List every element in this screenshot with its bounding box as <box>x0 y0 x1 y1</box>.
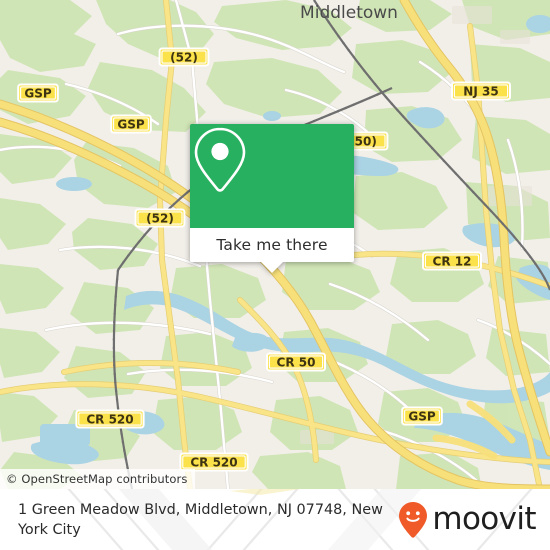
road-shield: GSP <box>17 83 59 103</box>
map-canvas[interactable]: .g{fill:#cfe5b4} .w{fill:#aad3e4} .mw{fi… <box>0 0 550 489</box>
footer-bar: 1 Green Meadow Blvd, Middletown, NJ 0774… <box>0 489 550 550</box>
road-shield-label: GSP <box>408 410 435 424</box>
road-shield: CR 520 <box>179 452 249 472</box>
road-shield-label: (52) <box>170 51 198 65</box>
road-shield: CR 12 <box>422 251 482 271</box>
map-city-label: Middletown <box>300 3 398 23</box>
road-shield-label: CR 520 <box>190 456 237 470</box>
moovit-wordmark: moovit <box>432 501 536 537</box>
popup-tail <box>261 262 283 273</box>
road-shield-label: (52) <box>146 212 174 226</box>
take-me-there-button[interactable]: Take me there <box>190 228 354 273</box>
road-shield: GSP <box>110 114 152 134</box>
road-shield-label: NJ 35 <box>463 85 498 99</box>
osm-attribution[interactable]: © OpenStreetMap contributors <box>0 469 196 489</box>
road-shield: (52) <box>134 208 186 228</box>
map-share-card: .g{fill:#cfe5b4} .w{fill:#aad3e4} .mw{fi… <box>0 0 550 550</box>
road-shield-label: CR 12 <box>433 255 472 269</box>
road-shield: CR 520 <box>75 409 145 429</box>
moovit-pin-smiley-icon <box>399 501 428 538</box>
take-me-there-label: Take me there <box>216 236 328 254</box>
address-text: 1 Green Meadow Blvd, Middletown, NJ 0774… <box>18 501 383 538</box>
location-popup[interactable]: Take me there <box>190 124 354 273</box>
map-pin-icon <box>194 127 246 192</box>
road-shield-label: GSP <box>117 118 144 132</box>
road-shield: CR 50 <box>266 352 326 372</box>
road-shield: (52) <box>158 47 210 67</box>
road-shield-label: GSP <box>24 87 51 101</box>
moovit-logo[interactable]: moovit <box>398 501 540 539</box>
road-shield: GSP <box>401 406 443 426</box>
popup-image-area <box>190 124 354 228</box>
road-shield-label: CR 520 <box>86 413 133 427</box>
road-shield-label: CR 50 <box>277 356 316 370</box>
road-shield: NJ 35 <box>451 81 511 101</box>
